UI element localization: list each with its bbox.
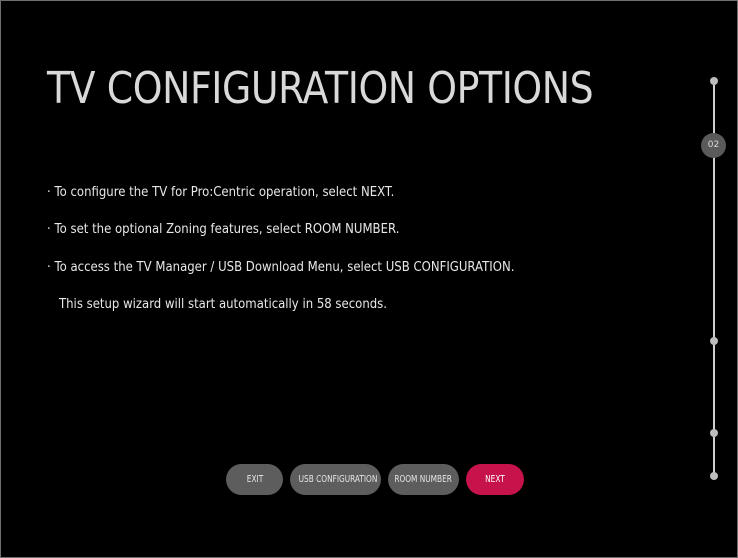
page-title: TV CONFIGURATION OPTIONS bbox=[47, 63, 594, 114]
usb-configuration-button[interactable]: USB CONFIGURATION bbox=[290, 464, 381, 495]
button-bar: EXIT USB CONFIGURATION ROOM NUMBER NEXT bbox=[1, 464, 737, 495]
countdown-text: This setup wizard will start automatical… bbox=[59, 297, 387, 312]
instruction-room-number: · To set the optional Zoning features, s… bbox=[47, 222, 400, 237]
room-number-button-label: ROOM NUMBER bbox=[394, 474, 453, 485]
room-number-button[interactable]: ROOM NUMBER bbox=[388, 464, 459, 495]
step-dot-1 bbox=[710, 77, 718, 85]
step-dot-3 bbox=[710, 337, 718, 345]
instruction-usb-configuration: · To access the TV Manager / USB Downloa… bbox=[47, 260, 515, 275]
instruction-next: · To configure the TV for Pro:Centric op… bbox=[47, 185, 395, 200]
usb-configuration-button-label: USB CONFIGURATION bbox=[298, 474, 378, 485]
step-dot-4 bbox=[710, 429, 718, 437]
next-button[interactable]: NEXT bbox=[466, 464, 524, 495]
tv-setup-screen: TV CONFIGURATION OPTIONS · To configure … bbox=[0, 0, 738, 558]
next-button-label: NEXT bbox=[485, 474, 505, 485]
current-step-badge: 02 bbox=[701, 133, 726, 158]
exit-button[interactable]: EXIT bbox=[226, 464, 283, 495]
exit-button-label: EXIT bbox=[246, 474, 263, 485]
step-indicator: 02 bbox=[701, 61, 727, 501]
